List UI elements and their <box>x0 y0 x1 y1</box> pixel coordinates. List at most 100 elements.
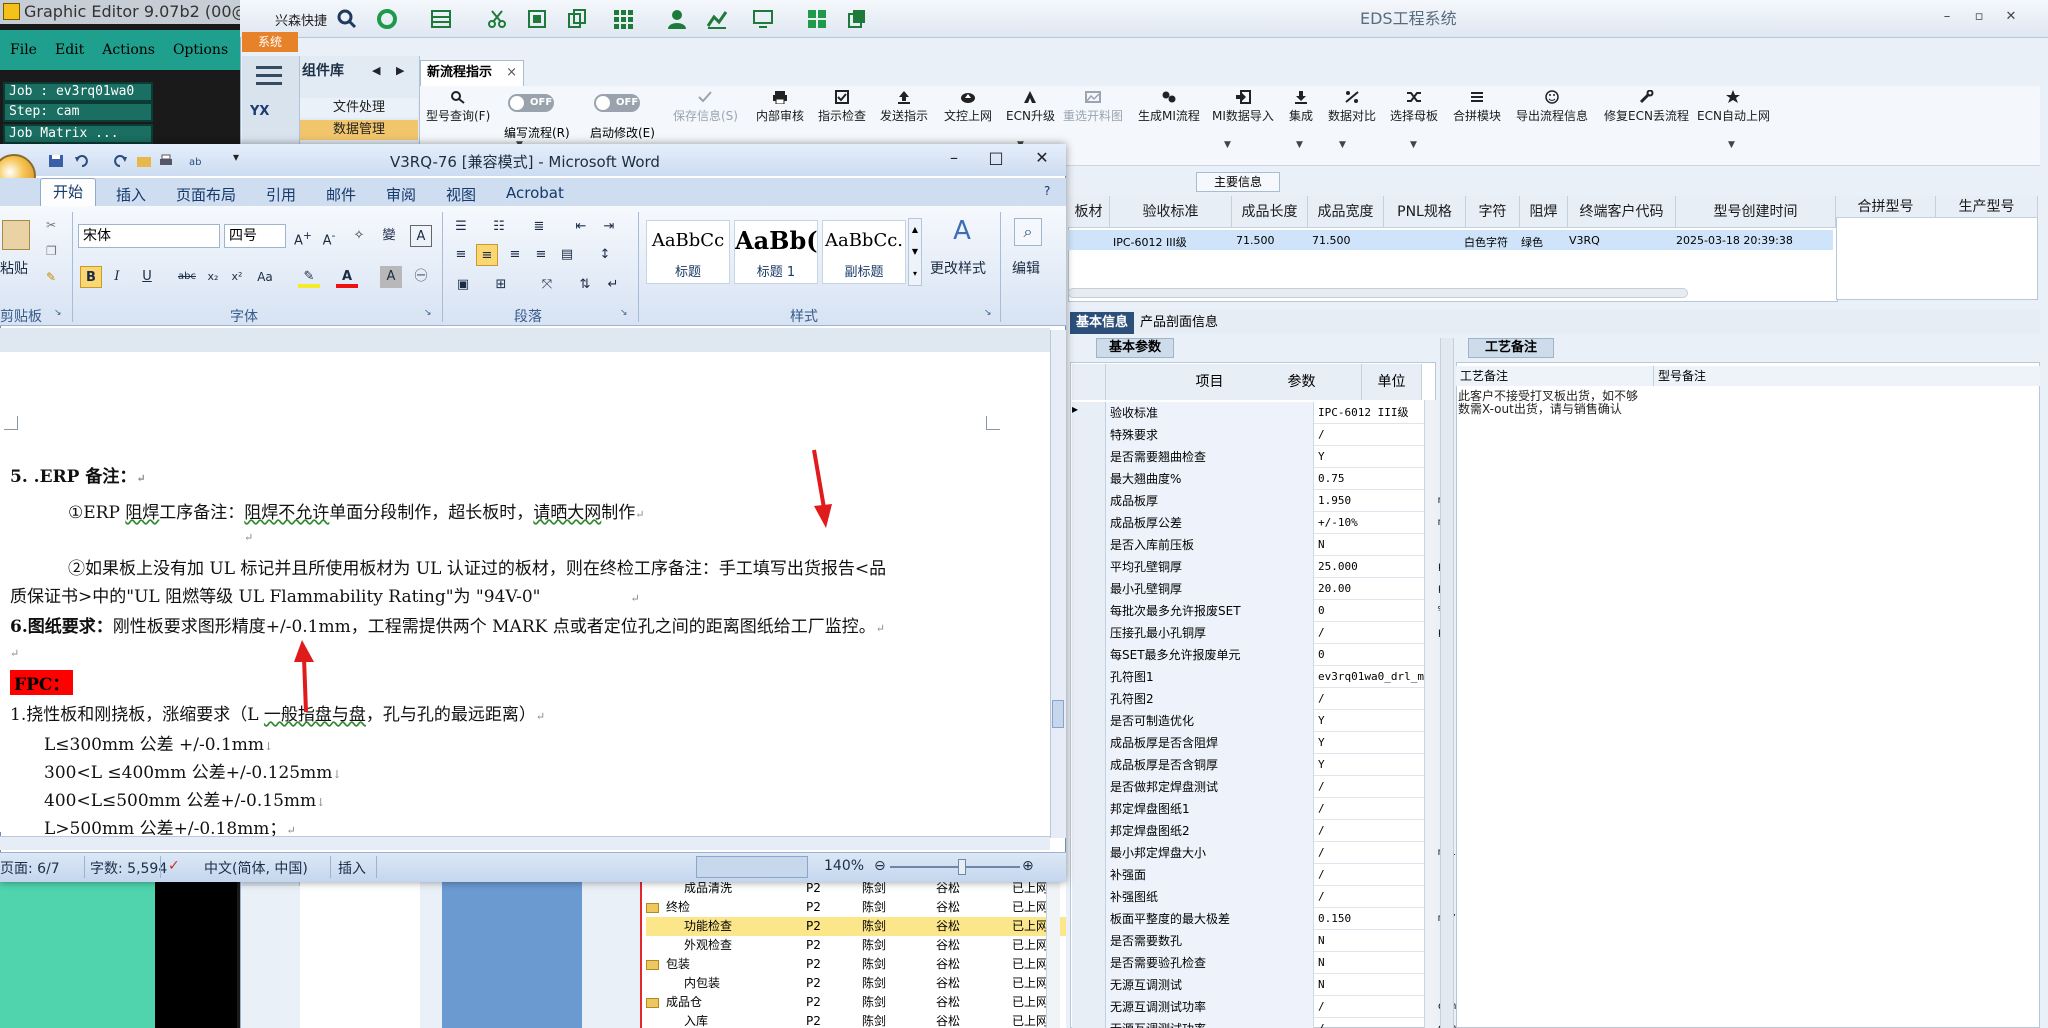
data-compare-button[interactable]: 数据对比 <box>1328 90 1376 124</box>
tab-craft-notes[interactable]: 工艺备注 <box>1468 338 1554 358</box>
chevron-down-icon[interactable]: ▼ <box>1410 140 1417 150</box>
tab-acrobat[interactable]: Acrobat <box>506 184 564 202</box>
dialog-launcher-icon[interactable]: ↘ <box>424 308 432 318</box>
scroll-thumb[interactable] <box>1052 700 1064 728</box>
row-selector[interactable] <box>1072 798 1106 820</box>
tab-page-layout[interactable]: 页面布局 <box>176 184 236 205</box>
table-row[interactable]: 无源互调测试NY <box>1072 974 1498 996</box>
proofing-icon[interactable]: ✓ <box>168 858 180 874</box>
internal-review-button[interactable]: 内部审核 <box>756 90 804 124</box>
export-flow-info-button[interactable]: 导出流程信息 <box>1516 90 1588 124</box>
table-row[interactable]: 压接孔最小孔铜厚/μmY <box>1072 622 1498 644</box>
instruction-check-button[interactable]: 指示检查 <box>818 90 866 124</box>
list-item[interactable]: 功能检查 P2 陈剑 谷松 已上网 <box>646 917 1066 936</box>
list-item[interactable]: 包装 P2 陈剑 谷松 已上网 <box>646 955 1066 974</box>
table-row[interactable]: 补强图纸/Y <box>1072 886 1498 908</box>
align-right-icon[interactable]: ≡ <box>504 244 526 266</box>
char-border-icon[interactable]: A <box>410 225 432 247</box>
paste-icon[interactable] <box>2 220 30 250</box>
dialog-launcher-icon[interactable]: ↘ <box>984 308 992 318</box>
italic-icon[interactable]: I <box>106 266 128 288</box>
param-vertical-scrollbar[interactable] <box>1424 400 1436 1028</box>
status-insert-mode[interactable]: 插入 <box>338 858 366 878</box>
list-item[interactable]: 外观检查 P2 陈剑 谷松 已上网 <box>646 936 1066 955</box>
job-matrix-button[interactable]: Job Matrix ... <box>3 124 153 144</box>
sort-icon[interactable]: ⇅ <box>574 274 596 296</box>
row-selector[interactable] <box>1072 644 1106 666</box>
decrease-indent-icon[interactable]: ⇤ <box>570 216 592 238</box>
subscript-icon[interactable]: x₂ <box>202 266 224 288</box>
tab-home[interactable]: 开始 <box>40 178 96 206</box>
user-icon[interactable] <box>666 8 688 30</box>
font-size-box[interactable]: 四号 <box>224 224 286 248</box>
customize-toolbar-icon[interactable]: ▾ <box>224 150 248 164</box>
shading-icon[interactable]: ▣ <box>452 274 474 296</box>
chevron-down-icon[interactable]: ▼ <box>1728 140 1735 150</box>
table-row[interactable]: 是否需要验孔检查NY <box>1072 952 1498 974</box>
copy-icon[interactable] <box>566 8 588 30</box>
grid-header-created[interactable]: 型号创建时间 <box>1676 196 1836 228</box>
status-language[interactable]: 中文(简体, 中国) <box>204 858 308 878</box>
tab-references[interactable]: 引用 <box>266 184 296 205</box>
table-row[interactable]: 孔符图2/Y <box>1072 688 1498 710</box>
chevron-down-icon[interactable]: ▼ <box>1296 140 1303 150</box>
char-shading-icon[interactable]: A <box>380 266 402 288</box>
dialog-launcher-icon[interactable]: ↘ <box>54 308 62 318</box>
tree-vertical-scrollbar[interactable] <box>1046 880 1060 1028</box>
list-item[interactable]: 终检 P2 陈剑 谷松 已上网 <box>646 898 1066 917</box>
table-row[interactable]: 成品板厚是否含铜厚YY <box>1072 754 1498 776</box>
edit-label[interactable]: 编辑 <box>1012 258 1040 278</box>
start-modify-toggle[interactable]: OFF <box>594 94 640 112</box>
hamburger-menu-icon[interactable] <box>256 66 282 86</box>
align-left-icon[interactable]: ≡ <box>450 244 472 266</box>
tab-review[interactable]: 审阅 <box>386 184 416 205</box>
maximize-icon[interactable]: □ <box>984 148 1008 167</box>
doc-control-online-button[interactable]: 文控上网 <box>944 90 992 124</box>
tab-view[interactable]: 视图 <box>446 184 476 205</box>
table-row[interactable]: 成品板厚是否含阻焊YY <box>1072 732 1498 754</box>
tab-main-info[interactable]: 主要信息 <box>1196 172 1280 192</box>
table-row[interactable]: 孔符图1ev3rq01wa0_drl_m...Y <box>1072 666 1498 688</box>
mi-data-import-button[interactable]: MI数据导入 <box>1212 90 1274 124</box>
list-item[interactable]: 成品仓 P2 陈剑 谷松 已上网 <box>646 993 1066 1012</box>
menu-actions[interactable]: Actions <box>102 42 155 58</box>
table-row[interactable]: 是否可制造优化YY <box>1072 710 1498 732</box>
tab-mailings[interactable]: 邮件 <box>326 184 356 205</box>
layers-icon[interactable] <box>846 8 868 30</box>
grid-header-soldermask[interactable]: 阻焊 <box>1520 196 1568 228</box>
table-row[interactable]: 板面平整度的最大极差0.150mm/inchY <box>1072 908 1498 930</box>
highlight-icon[interactable]: ✎ <box>298 266 320 288</box>
table-row[interactable]: 邦定焊盘图纸1/Y <box>1072 798 1498 820</box>
merge-module-button[interactable]: 合拼模块 <box>1453 90 1501 124</box>
system-tab[interactable]: 系统 <box>242 32 298 52</box>
zoom-out-icon[interactable]: ⊖ <box>874 858 886 874</box>
tab-basic-params[interactable]: 基本参数 <box>1096 338 1174 358</box>
row-selector[interactable] <box>1072 424 1106 446</box>
table-row[interactable]: 是否入库前压板NY <box>1072 534 1498 556</box>
table-row[interactable]: 最小邦定焊盘大小/milY <box>1072 842 1498 864</box>
chinese-layout-icon[interactable]: ⤧ <box>536 274 558 296</box>
print-icon[interactable] <box>158 154 174 168</box>
style-gallery-scroll[interactable]: ▲ ▼ ▾ <box>908 218 922 286</box>
minimize-icon[interactable]: – <box>1938 10 1956 24</box>
dialog-launcher-icon[interactable]: ↘ <box>620 308 628 318</box>
cut-icon[interactable]: ✂ <box>46 218 56 232</box>
multilevel-list-icon[interactable]: ≣ <box>528 216 550 238</box>
write-flow-toggle[interactable]: OFF <box>508 94 554 112</box>
enclose-char-icon[interactable]: ㊀ <box>410 266 432 288</box>
grow-font-icon[interactable]: A+ <box>292 225 314 248</box>
strikethrough-icon[interactable]: abc <box>176 266 198 288</box>
justify-icon[interactable]: ≡ <box>530 244 552 266</box>
change-styles-label[interactable]: 更改样式 <box>930 258 986 278</box>
chart-icon[interactable] <box>706 8 728 30</box>
tab-new-flow[interactable]: 新流程指示 × <box>420 60 524 86</box>
zoom-in-icon[interactable]: ⊕ <box>1022 858 1034 874</box>
line-spacing-icon[interactable]: ↕ <box>594 244 616 266</box>
ecn-auto-online-button[interactable]: ECN自动上网 <box>1697 90 1770 124</box>
grid-header-length[interactable]: 成品长度 <box>1232 196 1308 228</box>
grid-header-merge-model[interactable]: 合拼型号 <box>1836 196 1936 218</box>
repair-ecn-flow-button[interactable]: 修复ECN丢流程 <box>1604 90 1689 124</box>
clear-format-icon[interactable]: ✧ <box>348 225 370 247</box>
select-motherboard-button[interactable]: 选择母板 <box>1390 90 1438 124</box>
row-selector[interactable] <box>1072 886 1106 908</box>
